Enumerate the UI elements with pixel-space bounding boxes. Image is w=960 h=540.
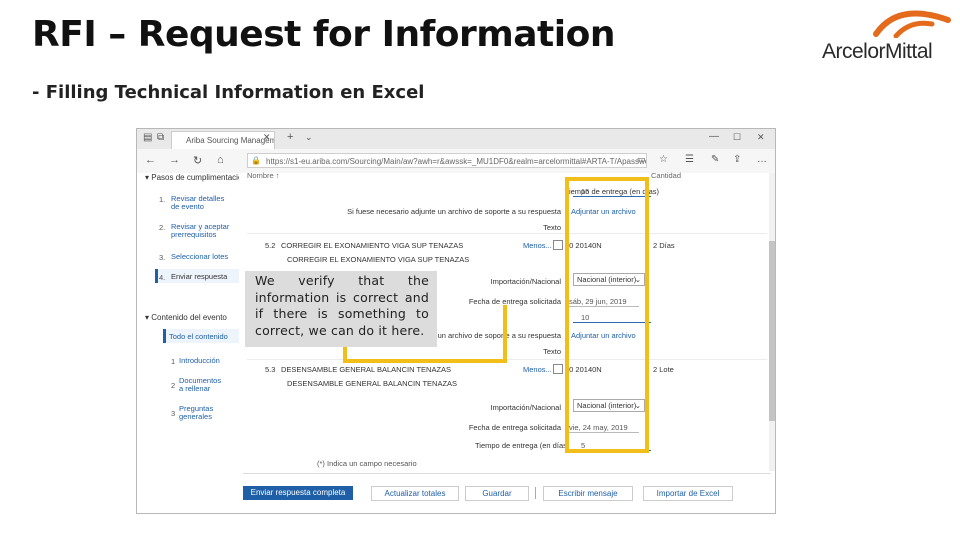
sidebar-content-3[interactable]: Preguntas generales bbox=[179, 405, 225, 421]
import-label: Importación/Nacional bbox=[490, 403, 561, 412]
item-less-link[interactable]: Menos... bbox=[523, 241, 552, 250]
favorite-icon[interactable]: ☆ bbox=[659, 154, 668, 165]
step-number: 3. bbox=[159, 253, 166, 262]
scrollbar-thumb[interactable] bbox=[769, 241, 775, 421]
highlight-frame-values bbox=[565, 177, 649, 453]
tab-menu-icon[interactable]: ⌄ bbox=[305, 132, 313, 143]
share-icon[interactable]: ⇪ bbox=[733, 154, 741, 165]
more-icon[interactable]: … bbox=[757, 154, 767, 165]
save-button[interactable]: Guardar bbox=[465, 486, 529, 501]
highlight-frame-field bbox=[343, 305, 507, 363]
row-divider bbox=[247, 233, 767, 234]
sidebar-step-4[interactable]: Enviar respuesta bbox=[171, 273, 231, 281]
logo-text: ArcelorMittal bbox=[822, 40, 933, 63]
item-quantity: 2 Días bbox=[653, 241, 675, 250]
tab-list-icon[interactable]: ▤ bbox=[143, 132, 152, 143]
tab-close-icon[interactable]: ✕ bbox=[263, 132, 271, 143]
home-icon[interactable]: ⌂ bbox=[217, 154, 224, 166]
close-window-icon[interactable]: ✕ bbox=[757, 132, 765, 143]
favorites-hub-icon[interactable]: ☰ bbox=[685, 154, 694, 165]
sidebar-section-steps[interactable]: ▾ Pasos de cumplimentación bbox=[145, 173, 247, 182]
step-number: 4. bbox=[159, 273, 166, 282]
required-note: (*) Indica un campo necesario bbox=[317, 459, 417, 468]
compose-message-button[interactable]: Escribir mensaje bbox=[543, 486, 633, 501]
row-divider bbox=[243, 473, 771, 474]
sidebar-content-1[interactable]: Introducción bbox=[179, 357, 235, 365]
minimize-icon[interactable]: — bbox=[709, 131, 719, 142]
item-less-link[interactable]: Menos... bbox=[523, 365, 552, 374]
step-number: 1. bbox=[159, 195, 166, 204]
slide-title: RFI – Request for Information bbox=[32, 14, 615, 55]
notes-icon[interactable]: ✎ bbox=[711, 154, 719, 165]
text-label: Texto bbox=[543, 347, 561, 356]
arcelormittal-logo-icon bbox=[873, 10, 951, 38]
import-label: Importación/Nacional bbox=[490, 277, 561, 286]
reading-view-icon[interactable]: ▭ bbox=[637, 154, 646, 165]
step-number: 2. bbox=[159, 223, 166, 232]
item-description: CORREGIR EL EXONAMIENTO VIGA SUP TENAZAS bbox=[287, 255, 470, 264]
sidebar-all-content[interactable]: Todo el contenido bbox=[169, 333, 228, 341]
slide-subtitle: - Filling Technical Information en Excel bbox=[32, 82, 425, 103]
sidebar-step-2[interactable]: Revisar y aceptar prerrequisitos bbox=[171, 223, 231, 239]
item-name: CORREGIR EL EXONAMIENTO VIGA SUP TENAZAS bbox=[281, 241, 464, 250]
new-tab-icon[interactable]: + bbox=[287, 131, 293, 143]
sidebar-step-3[interactable]: Seleccionar lotes bbox=[171, 253, 231, 261]
column-header-name[interactable]: Nombre ↑ bbox=[247, 171, 280, 180]
refresh-icon[interactable]: ↻ bbox=[193, 154, 202, 167]
item-description: DESENSAMBLE GENERAL BALANCIN TENAZAS bbox=[287, 379, 458, 388]
forward-icon[interactable]: → bbox=[169, 154, 180, 166]
import-excel-button[interactable]: Importar de Excel bbox=[643, 486, 733, 501]
column-header-qty[interactable]: Cantidad bbox=[651, 171, 681, 180]
lock-icon: 🔒 bbox=[251, 156, 261, 165]
back-icon[interactable]: ← bbox=[145, 154, 156, 166]
delivery-time-label: Tiempo de entrega (en días) bbox=[475, 441, 570, 450]
content-number: 1 bbox=[171, 357, 176, 366]
highlight-connector bbox=[343, 347, 353, 363]
text-label: Texto bbox=[543, 223, 561, 232]
sidebar-step-1[interactable]: Revisar detalles de evento bbox=[171, 195, 231, 211]
date-label: Fecha de entrega solicitada bbox=[468, 423, 561, 432]
item-number: 5.3 bbox=[265, 365, 276, 374]
ariba-screenshot: ▤ ⧉ Ariba Sourcing Management ✕ + ⌄ — ☐ … bbox=[136, 128, 776, 514]
update-totals-button[interactable]: Actualizar totales bbox=[371, 486, 459, 501]
maximize-icon[interactable]: ☐ bbox=[733, 132, 741, 143]
item-checkbox[interactable] bbox=[553, 364, 563, 374]
sidebar-content-2[interactable]: Documentos a rellenar bbox=[179, 377, 225, 393]
item-name: DESENSAMBLE GENERAL BALANCIN TENAZAS bbox=[281, 365, 452, 374]
content-number: 2 bbox=[171, 381, 176, 390]
url-field[interactable]: https://s1-eu.ariba.com/Sourcing/Main/aw… bbox=[247, 153, 647, 168]
sidebar-section-content[interactable]: ▾ Contenido del evento bbox=[145, 313, 227, 322]
item-checkbox[interactable] bbox=[553, 240, 563, 250]
back-tab-icon[interactable]: ⧉ bbox=[157, 132, 164, 143]
content-number: 3 bbox=[171, 409, 176, 418]
item-quantity: 2 Lote bbox=[653, 365, 674, 374]
attach-label: Si fuese necesario adjunte un archivo de… bbox=[347, 207, 561, 216]
row-divider bbox=[247, 359, 767, 360]
submit-response-button[interactable]: Enviar respuesta completa bbox=[243, 486, 353, 500]
browser-tab-bar: ▤ ⧉ Ariba Sourcing Management ✕ + ⌄ — ☐ … bbox=[137, 129, 775, 150]
sidebar: ▾ Pasos de cumplimentación 1. Revisar de… bbox=[137, 173, 247, 513]
item-number: 5.2 bbox=[265, 241, 276, 250]
button-divider bbox=[535, 487, 536, 499]
browser-tab[interactable]: Ariba Sourcing Management bbox=[171, 131, 275, 149]
